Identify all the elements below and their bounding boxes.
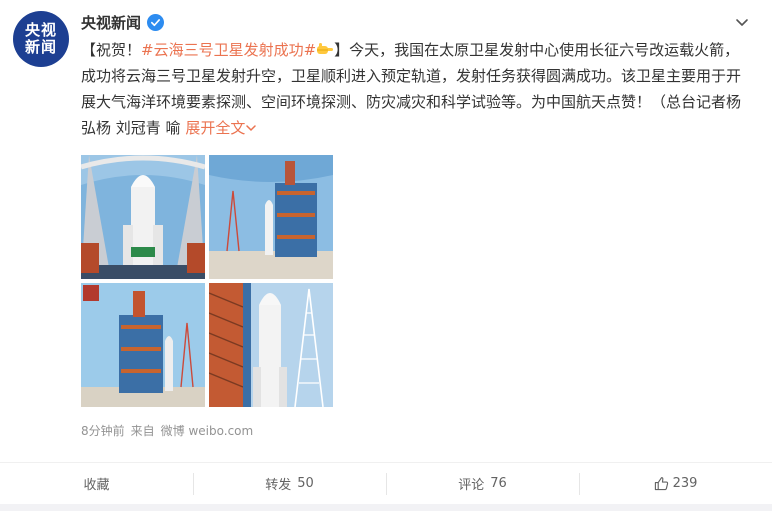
image-grid bbox=[81, 155, 334, 408]
author-name[interactable]: 央视新闻 bbox=[81, 12, 141, 33]
post-source[interactable]: 微博 weibo.com bbox=[161, 422, 254, 439]
expand-full-text-link[interactable]: 展开全文 bbox=[185, 119, 257, 137]
post-meta: 8分钟前 来自 微博 weibo.com bbox=[81, 422, 253, 439]
weibo-post-card: 央视 新闻 央视新闻 【祝贺！#云海三号卫星发射成功# 】今天，我国在太原卫星发射… bbox=[0, 0, 772, 511]
rocket-photo-2[interactable] bbox=[209, 155, 333, 279]
comment-label: 评论 bbox=[458, 478, 485, 493]
chevron-down-icon bbox=[246, 125, 257, 132]
hashtag-link[interactable]: #云海三号卫星发射成功# bbox=[141, 41, 316, 59]
post-text: 【祝贺！#云海三号卫星发射成功# 】今天，我国在太原卫星发射中心使用长征六号改运载… bbox=[81, 37, 753, 141]
expand-label: 展开全文 bbox=[185, 119, 246, 137]
rocket-photo-3[interactable] bbox=[81, 283, 205, 407]
repost-count: 50 bbox=[297, 476, 314, 491]
comment-count: 76 bbox=[490, 476, 507, 491]
comment-button[interactable]: 评论 76 bbox=[386, 463, 579, 505]
like-button[interactable]: 239 bbox=[579, 463, 772, 505]
avatar[interactable]: 央视 新闻 bbox=[13, 11, 69, 67]
rocket-photo-1[interactable] bbox=[81, 155, 205, 279]
favorite-button[interactable]: 收藏 bbox=[0, 463, 193, 505]
repost-label: 转发 bbox=[265, 478, 292, 493]
thumbs-up-icon bbox=[654, 477, 668, 491]
divider bbox=[0, 504, 772, 511]
repost-button[interactable]: 转发 50 bbox=[193, 463, 386, 505]
avatar-logo-top: 央视 bbox=[24, 21, 57, 39]
like-count: 239 bbox=[672, 476, 698, 491]
post-from-label: 来自 bbox=[130, 424, 155, 438]
verified-badge-icon bbox=[147, 13, 165, 31]
chevron-down-icon[interactable] bbox=[734, 14, 750, 30]
avatar-logo-bottom: 新闻 bbox=[24, 38, 57, 56]
post-open-bracket: 【祝贺！ bbox=[81, 41, 142, 59]
favorite-label: 收藏 bbox=[83, 478, 110, 493]
rocket-photo-4[interactable] bbox=[209, 283, 333, 407]
action-bar: 收藏 转发 50 评论 76 239 bbox=[0, 462, 772, 504]
author-row: 央视新闻 bbox=[81, 11, 165, 33]
pointing-hand-emoji-icon bbox=[317, 43, 334, 54]
post-time[interactable]: 8分钟前 bbox=[81, 422, 125, 439]
post-close-bracket: 】 bbox=[334, 41, 350, 59]
